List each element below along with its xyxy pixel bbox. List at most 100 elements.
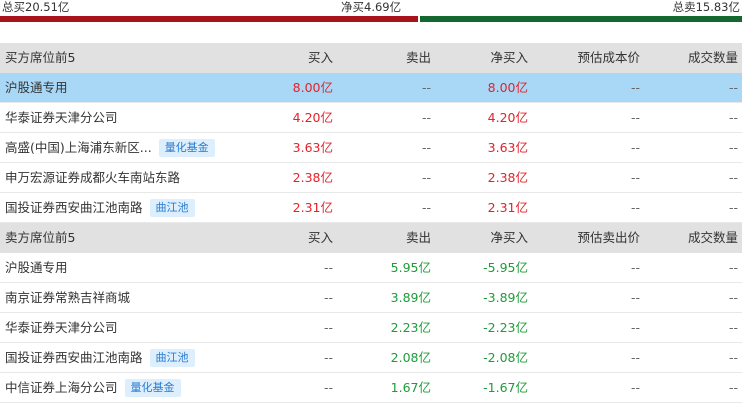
cell-sell: -- bbox=[422, 133, 431, 162]
cell-buy: 3.63亿 bbox=[293, 133, 333, 162]
cell-seat[interactable]: 华泰证券天津分公司 bbox=[5, 103, 118, 132]
cell-value: -- bbox=[630, 260, 640, 275]
seat-name[interactable]: 沪股通专用 bbox=[5, 260, 68, 275]
column-header-sell[interactable]: 卖出 bbox=[406, 223, 431, 252]
seat-name[interactable]: 华泰证券天津分公司 bbox=[5, 320, 118, 335]
cell-seat[interactable]: 国投证券西安曲江池南路 曲江池 bbox=[5, 193, 195, 222]
column-header-seat[interactable]: 买方席位前5 bbox=[5, 43, 75, 72]
cell-seat[interactable]: 沪股通专用 bbox=[5, 73, 68, 102]
table-row[interactable]: 华泰证券天津分公司 -- 2.23亿 -2.23亿 -- -- bbox=[0, 313, 742, 343]
cell-volume: -- bbox=[729, 103, 738, 132]
cell-net-buy: 4.20亿 bbox=[488, 103, 528, 132]
seat-name[interactable]: 国投证券西安曲江池南路 bbox=[5, 200, 143, 215]
seat-name[interactable]: 沪股通专用 bbox=[5, 80, 68, 95]
cell-sell: -- bbox=[422, 73, 431, 102]
cell-value: 3.89亿 bbox=[390, 290, 431, 305]
cell-value: -- bbox=[323, 290, 333, 305]
cell-value: -2.23亿 bbox=[483, 320, 528, 335]
cell-value: -- bbox=[728, 260, 738, 275]
seat-name[interactable]: 高盛(中国)上海浦东新区... bbox=[5, 140, 152, 155]
cell-seat[interactable]: 国投证券西安曲江池南路 曲江池 bbox=[5, 343, 195, 372]
cell-estimate: -- bbox=[631, 253, 640, 282]
cell-seat[interactable]: 沪股通专用 bbox=[5, 253, 68, 282]
cell-buy: -- bbox=[324, 253, 333, 282]
table-row[interactable]: 国投证券西安曲江池南路 曲江池 -- 2.08亿 -2.08亿 -- -- bbox=[0, 343, 742, 373]
seat-name[interactable]: 国投证券西安曲江池南路 bbox=[5, 350, 143, 365]
cell-value: -- bbox=[323, 320, 333, 335]
seat-tag-badge[interactable]: 量化基金 bbox=[158, 139, 215, 157]
seat-name[interactable]: 华泰证券天津分公司 bbox=[5, 110, 118, 125]
seat-tag-badge[interactable]: 量化基金 bbox=[124, 379, 181, 397]
table-row[interactable]: 沪股通专用 -- 5.95亿 -5.95亿 -- -- bbox=[0, 253, 742, 283]
cell-seat[interactable]: 南京证券常熟吉祥商城 bbox=[5, 283, 130, 312]
cell-value: -- bbox=[421, 140, 431, 155]
cell-seat[interactable]: 申万宏源证券成都火车南站东路 bbox=[5, 163, 180, 192]
cell-value: 5.95亿 bbox=[390, 260, 431, 275]
table-row[interactable]: 申万宏源证券成都火车南站东路 2.38亿 -- 2.38亿 -- -- bbox=[0, 163, 742, 193]
table-row[interactable]: 南京证券常熟吉祥商城 -- 3.89亿 -3.89亿 -- -- bbox=[0, 283, 742, 313]
cell-seat[interactable]: 中信证券上海分公司 量化基金 bbox=[5, 373, 181, 402]
cell-estimate: -- bbox=[631, 163, 640, 192]
cell-volume: -- bbox=[729, 193, 738, 222]
cell-seat[interactable]: 高盛(中国)上海浦东新区... 量化基金 bbox=[5, 133, 215, 162]
column-header-seat[interactable]: 卖方席位前5 bbox=[5, 223, 75, 252]
table-row[interactable]: 华泰证券天津分公司 4.20亿 -- 4.20亿 -- -- bbox=[0, 103, 742, 133]
cell-estimate: -- bbox=[631, 73, 640, 102]
cell-net-buy: -5.95亿 bbox=[483, 253, 528, 282]
cell-value: 3.63亿 bbox=[292, 140, 333, 155]
column-header-net-buy[interactable]: 净买入 bbox=[490, 43, 528, 72]
cell-value: 2.38亿 bbox=[292, 170, 333, 185]
cell-value: 4.20亿 bbox=[292, 110, 333, 125]
cell-net-buy: 3.63亿 bbox=[488, 133, 528, 162]
table-row[interactable]: 高盛(中国)上海浦东新区... 量化基金 3.63亿 -- 3.63亿 -- -- bbox=[0, 133, 742, 163]
seat-tag-badge[interactable]: 曲江池 bbox=[149, 199, 195, 217]
total-sell-label: 总卖15.83亿 bbox=[672, 0, 740, 14]
net-buy-label: 净买4.69亿 bbox=[341, 0, 402, 14]
table-row[interactable]: 中信证券上海分公司 量化基金 -- 1.67亿 -1.67亿 -- -- bbox=[0, 373, 742, 403]
cell-value: -- bbox=[421, 80, 431, 95]
cell-value: -- bbox=[630, 140, 640, 155]
cell-estimate: -- bbox=[631, 283, 640, 312]
cell-sell: -- bbox=[422, 103, 431, 132]
cell-value: 4.20亿 bbox=[487, 110, 528, 125]
cell-value: -- bbox=[728, 350, 738, 365]
cell-net-buy: 2.31亿 bbox=[488, 193, 528, 222]
cell-sell: 3.89亿 bbox=[391, 283, 431, 312]
column-header-sell[interactable]: 卖出 bbox=[406, 43, 431, 72]
cell-value: -1.67亿 bbox=[483, 380, 528, 395]
seat-name[interactable]: 南京证券常熟吉祥商城 bbox=[5, 290, 130, 305]
column-header-volume[interactable]: 成交数量 bbox=[688, 43, 738, 72]
sell-seats-table: 卖方席位前5 买入 卖出 净买入 预估卖出价 成交数量沪股通专用 -- 5.95亿 -5.95亿… bbox=[0, 223, 742, 403]
column-header-net-buy[interactable]: 净买入 bbox=[490, 223, 528, 252]
cell-value: -- bbox=[728, 110, 738, 125]
seat-tag-badge[interactable]: 曲江池 bbox=[149, 349, 195, 367]
cell-value: -- bbox=[421, 200, 431, 215]
cell-value: -- bbox=[323, 350, 333, 365]
cell-seat[interactable]: 华泰证券天津分公司 bbox=[5, 313, 118, 342]
buy-ratio-fill bbox=[0, 16, 418, 22]
cell-value: 2.31亿 bbox=[487, 200, 528, 215]
cell-value: 8.00亿 bbox=[487, 80, 528, 95]
cell-buy: 4.20亿 bbox=[293, 103, 333, 132]
seat-name[interactable]: 中信证券上海分公司 bbox=[5, 380, 118, 395]
cell-value: -- bbox=[630, 350, 640, 365]
cell-value: -- bbox=[728, 80, 738, 95]
column-header-estimate[interactable]: 预估卖出价 bbox=[577, 223, 640, 252]
cell-value: 1.67亿 bbox=[390, 380, 431, 395]
cell-estimate: -- bbox=[631, 373, 640, 402]
column-header-buy[interactable]: 买入 bbox=[308, 223, 333, 252]
table-row[interactable]: 沪股通专用 8.00亿 -- 8.00亿 -- -- bbox=[0, 73, 742, 103]
table-row[interactable]: 国投证券西安曲江池南路 曲江池 2.31亿 -- 2.31亿 -- -- bbox=[0, 193, 742, 223]
buy-sell-ratio-bar bbox=[0, 16, 742, 22]
column-header-volume[interactable]: 成交数量 bbox=[688, 223, 738, 252]
cell-value: -- bbox=[630, 320, 640, 335]
column-header-estimate[interactable]: 预估成本价 bbox=[577, 43, 640, 72]
cell-value: -- bbox=[728, 170, 738, 185]
cell-net-buy: -1.67亿 bbox=[483, 373, 528, 402]
column-header-buy[interactable]: 买入 bbox=[308, 43, 333, 72]
cell-value: 2.23亿 bbox=[390, 320, 431, 335]
cell-value: -- bbox=[630, 380, 640, 395]
cell-volume: -- bbox=[729, 133, 738, 162]
cell-net-buy: 2.38亿 bbox=[488, 163, 528, 192]
seat-name[interactable]: 申万宏源证券成都火车南站东路 bbox=[5, 170, 180, 185]
